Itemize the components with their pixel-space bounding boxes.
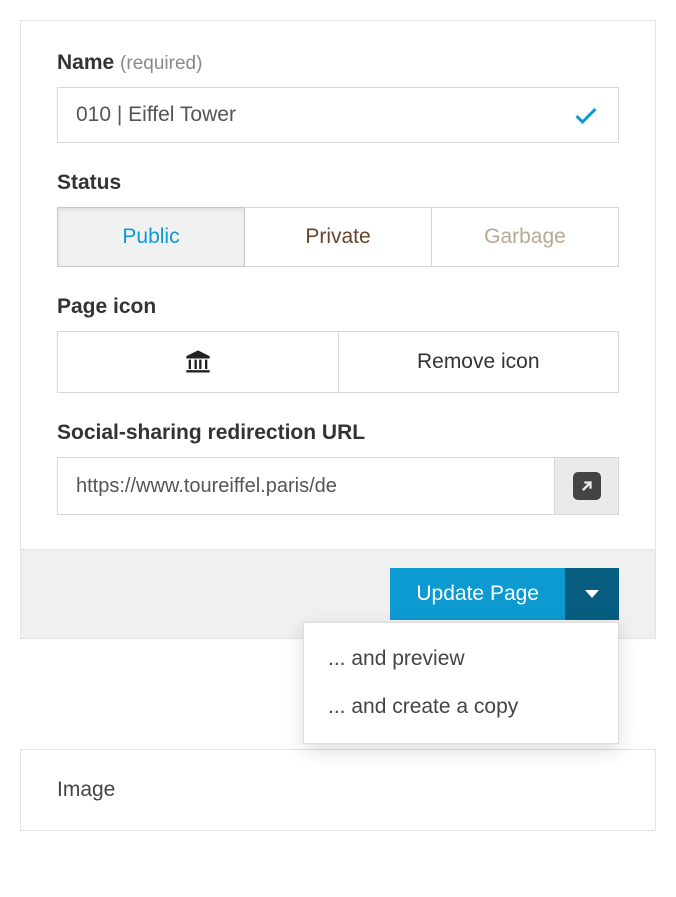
page-icon-preview-button[interactable] [57, 331, 339, 393]
status-group: Status Public Private Garbage [57, 171, 619, 267]
status-toggle: Public Private Garbage [57, 207, 619, 267]
open-url-button[interactable] [554, 458, 618, 514]
required-hint: (required) [120, 53, 202, 74]
name-group: Name (required) [57, 51, 619, 143]
caret-down-icon [585, 590, 599, 598]
social-url-group: Social-sharing redirection URL [57, 421, 619, 515]
name-label: Name (required) [57, 51, 619, 75]
dropdown-copy-item[interactable]: ... and create a copy [304, 683, 618, 731]
social-url-label: Social-sharing redirection URL [57, 421, 619, 445]
page-icon-row: Remove icon [57, 331, 619, 393]
external-link-icon [573, 472, 601, 500]
image-panel-title: Image [57, 778, 619, 802]
status-public-button[interactable]: Public [57, 207, 245, 267]
dropdown-preview-item[interactable]: ... and preview [304, 635, 618, 683]
page-icon-label: Page icon [57, 295, 619, 319]
page-icon-group: Page icon Remove icon [57, 295, 619, 393]
status-label: Status [57, 171, 619, 195]
name-input-wrap [57, 87, 619, 143]
status-private-button[interactable]: Private [245, 207, 432, 267]
update-split-button: Update Page [390, 568, 619, 620]
remove-icon-button[interactable]: Remove icon [339, 331, 620, 393]
update-dropdown-toggle[interactable] [565, 568, 619, 620]
bank-icon [184, 348, 212, 376]
panel-body: Name (required) Status Public Private Ga… [21, 21, 655, 549]
update-dropdown-menu: ... and preview ... and create a copy [303, 622, 619, 744]
page-form-panel: Name (required) Status Public Private Ga… [20, 20, 656, 639]
name-label-text: Name [57, 51, 114, 74]
social-url-row [57, 457, 619, 515]
panel-footer: Update Page ... and preview ... and crea… [21, 549, 655, 638]
name-input[interactable] [58, 88, 572, 142]
image-panel: Image [20, 749, 656, 831]
social-url-input[interactable] [58, 458, 554, 514]
update-page-button[interactable]: Update Page [390, 568, 565, 620]
valid-check-icon [572, 101, 600, 129]
status-garbage-button[interactable]: Garbage [432, 207, 619, 267]
